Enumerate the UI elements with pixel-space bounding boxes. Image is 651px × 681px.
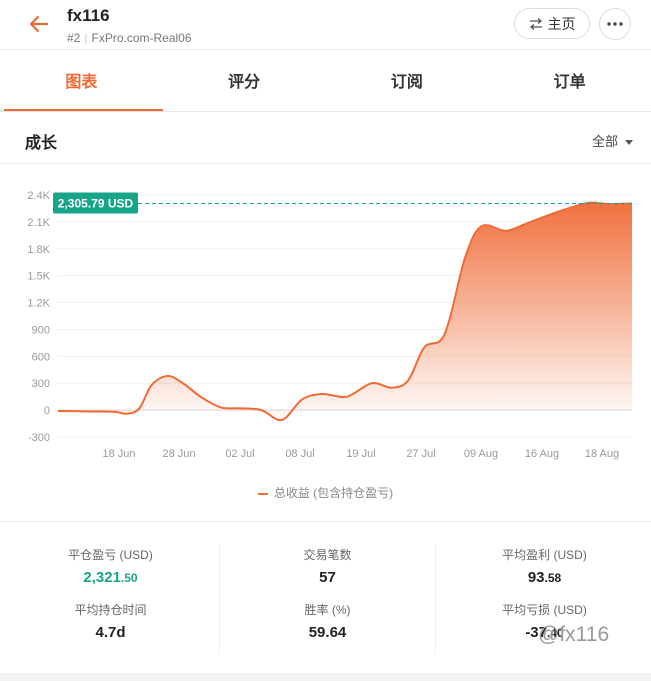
section-header: 成长 全部 [0, 114, 651, 164]
legend-label: 总收益 (包含持仓盈亏) [273, 486, 394, 500]
growth-chart: 2.4K 2.1K 1.8K 1.5K 1.2K 900 600 300 0 -300 18 Jun… [27, 190, 633, 460]
x-tick-label: 02 Jul [225, 448, 254, 460]
y-tick-label: 900 [32, 324, 50, 336]
server-name: FxPro.com-Real06 [91, 31, 192, 45]
y-tick-label: 0 [44, 405, 50, 417]
section-title: 成长 [25, 135, 58, 152]
stat-label: 平均持仓时间 [74, 603, 147, 617]
stat-value-int: 93 [527, 569, 545, 586]
y-tick-label: 2.4K [27, 190, 50, 202]
x-tick-label: 09 Aug [464, 448, 498, 460]
stat-win-rate: 胜率 (%) 59.64 [219, 601, 436, 641]
legend-swatch [257, 492, 268, 495]
x-tick-label: 19 Jul [346, 448, 375, 460]
stat-label: 平均盈利 (USD) [502, 548, 587, 562]
stat-label: 平仓盈亏 (USD) [68, 548, 153, 562]
tab-chart[interactable]: 图表 [0, 58, 163, 111]
y-tick-label: -300 [28, 432, 50, 444]
subtitle: #2 | FxPro.com-Real06 [67, 31, 192, 45]
stat-value-dec: .50 [120, 571, 138, 585]
arrow-left-icon [29, 15, 49, 33]
stat-value: 59.64 [219, 624, 436, 641]
stat-label: 胜率 (%) [304, 603, 351, 617]
stat-value: 93.58 [436, 569, 651, 586]
y-tick-label: 300 [32, 378, 50, 390]
bottom-bar [0, 673, 651, 681]
stat-value: 57 [219, 569, 436, 586]
y-tick-label: 600 [32, 351, 50, 363]
y-tick-label: 1.5K [27, 271, 50, 283]
y-tick-label: 1.8K [27, 244, 50, 256]
home-button[interactable]: 主页 [514, 8, 590, 39]
x-tick-label: 16 Aug [525, 448, 559, 460]
stat-value-int: 4.7d [95, 624, 126, 641]
back-button[interactable] [26, 11, 52, 37]
y-tick-label: 1.2K [27, 298, 50, 310]
stat-label: 平均亏损 (USD) [502, 603, 587, 617]
header: fx116 #2 | FxPro.com-Real06 主页 [0, 0, 651, 50]
stat-trades: 交易笔数 57 [219, 546, 436, 586]
stat-value-int: 59.64 [308, 624, 347, 641]
caret-down-icon [624, 139, 633, 145]
stat-value-dec: .58 [544, 571, 562, 585]
rank-badge: #2 [67, 31, 81, 45]
watermark: @fx116 [538, 623, 610, 646]
tab-subscribe[interactable]: 订阅 [326, 58, 489, 111]
stat-value: 2,321.50 [2, 569, 219, 586]
x-tick-label: 18 Aug [585, 448, 619, 460]
home-button-label: 主页 [547, 15, 576, 32]
page: fx116 #2 | FxPro.com-Real06 主页 图表 评分 订阅 订单… [0, 0, 651, 681]
current-value-label: 2,305.79 USD [58, 196, 134, 210]
stat-value-int: 57 [319, 569, 336, 586]
range-dropdown[interactable]: 全部 [592, 131, 633, 150]
tab-orders[interactable]: 订单 [488, 58, 651, 111]
stat-avg-holding: 平均持仓时间 4.7d [2, 601, 219, 641]
more-icon [607, 22, 623, 26]
swap-icon [529, 17, 542, 30]
more-button[interactable] [599, 8, 631, 40]
x-tick-label: 08 Jul [285, 448, 314, 460]
x-tick-label: 28 Jun [162, 448, 195, 460]
stat-closed-pnl: 平仓盈亏 (USD) 2,321.50 [2, 546, 219, 586]
tab-bar: 图表 评分 订阅 订单 [0, 58, 651, 112]
series-area [58, 202, 632, 421]
stat-avg-profit: 平均盈利 (USD) 93.58 [436, 546, 651, 586]
y-tick-label: 2.1K [27, 217, 50, 229]
chart-legend[interactable]: 总收益 (包含持仓盈亏) [0, 484, 651, 501]
range-dropdown-label: 全部 [592, 134, 619, 149]
tab-rating[interactable]: 评分 [163, 58, 326, 111]
page-title: fx116 [67, 6, 110, 25]
stat-label: 交易笔数 [303, 548, 352, 562]
x-tick-label: 27 Jul [406, 448, 435, 460]
x-tick-label: 18 Jun [102, 448, 135, 460]
stat-value: 4.7d [2, 624, 219, 641]
divider: | [84, 31, 88, 45]
stat-value-int: 2,321 [83, 569, 121, 586]
